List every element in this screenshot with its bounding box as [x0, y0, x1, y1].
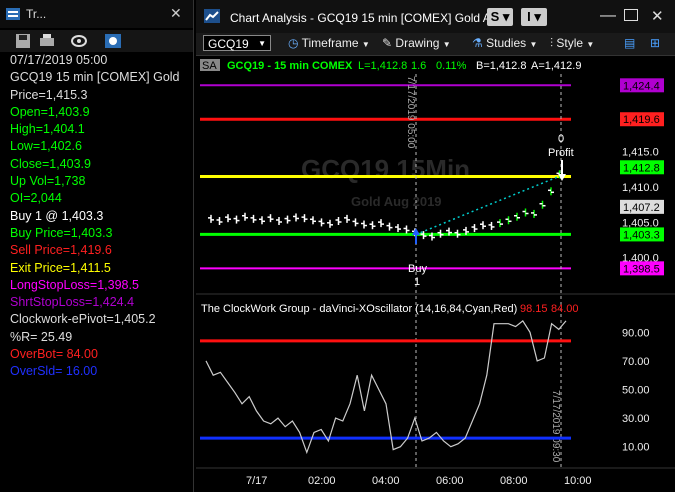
close-icon[interactable]: ✕ — [170, 5, 182, 22]
studies-menu[interactable]: ⚗ Studies ▼ — [472, 36, 537, 50]
data-row: Up Vol=1,738 — [10, 174, 86, 189]
style-menu[interactable]: ⫶ Style ▼ — [550, 36, 594, 51]
profit-label: Profit — [548, 147, 574, 159]
data-row: ShrtStopLoss=1,424.4 — [10, 295, 135, 310]
price-box-label: 1,407.2 — [623, 202, 660, 214]
status-change: 1.6 — [411, 60, 426, 72]
data-row: Sell Price=1,419.6 — [10, 243, 112, 258]
print-icon[interactable] — [38, 33, 56, 49]
minimize-icon[interactable]: — — [600, 7, 616, 25]
time-tick: 04:00 — [372, 475, 400, 487]
price-tick: 1,410.0 — [622, 182, 659, 194]
price-tick: 1,415.0 — [622, 147, 659, 159]
data-window-title: Tr... — [26, 7, 47, 21]
pencil-icon: ✎ — [382, 36, 393, 50]
data-row: LongStopLoss=1,398.5 — [10, 277, 139, 292]
buy-label: Buy — [408, 263, 427, 275]
sync-i-badge[interactable]: I ▾ — [521, 8, 547, 26]
data-window-toolbar — [0, 30, 193, 52]
symbol-dropdown[interactable]: GCQ19 ▼ — [203, 35, 271, 51]
data-row: Buy 1 @ 1,403.3 — [10, 208, 104, 223]
oscillator-tick: 70.00 — [622, 356, 650, 368]
price-box-label: 1,412.8 — [623, 162, 660, 174]
chart-toolbar: GCQ19 ▼ ◷ Timeframe ▼ ✎ Drawing ▼ ⚗ Studi… — [196, 33, 675, 56]
data-window: Tr... ✕ 07/17/2019 05:00 GCQ19 15 min [CO… — [0, 0, 194, 492]
oscillator-tick: 50.00 — [622, 385, 650, 397]
data-row: Clockwork-ePivot=1,405.2 — [10, 312, 156, 327]
price-box-label: 1,424.4 — [623, 80, 660, 92]
style-icon: ⫶ — [550, 36, 554, 50]
data-row: Buy Price=1,403.3 — [10, 225, 113, 240]
status-last: L=1,412.8 — [358, 60, 407, 72]
status-bid: B=1,412.8 — [476, 60, 526, 72]
save-icon[interactable] — [14, 33, 32, 49]
buy-qty: 1 — [414, 276, 420, 288]
sa-tag: SA — [202, 60, 217, 72]
time-marker-top-label: 7/17/2019 05:00 — [405, 76, 416, 149]
time-tick: 10:00 — [564, 475, 592, 487]
timeframe-menu[interactable]: ◷ Timeframe ▼ — [288, 36, 370, 50]
layout-icon[interactable]: ▤ — [624, 36, 635, 50]
oscillator-value-1: 98.15 — [520, 303, 548, 315]
time-marker-bottom-label: 7/17/2019 09:30 — [550, 390, 561, 463]
chart-window: Chart Analysis - GCQ19 15 min [COMEX] Go… — [196, 0, 675, 492]
data-row: Price=1,415.3 — [10, 87, 88, 102]
watermark: GCQ19 15Min — [301, 154, 470, 184]
price-box-label: 1,419.6 — [623, 114, 660, 126]
watermark-sub: Gold Aug 2019 — [351, 194, 442, 209]
data-row: Exit Price=1,411.5 — [10, 260, 111, 275]
time-tick: 7/17 — [246, 475, 267, 487]
data-window-rows: 07/17/2019 05:00 GCQ19 15 min [COMEX] Gol… — [10, 52, 193, 381]
price-box-label: 1,398.5 — [623, 263, 660, 275]
data-row: 07/17/2019 05:00 — [10, 53, 108, 67]
data-row: High=1,404.1 — [10, 122, 85, 137]
flask-icon: ⚗ — [472, 36, 483, 50]
sync-s-badge[interactable]: S ▾ — [487, 8, 513, 26]
time-tick: 02:00 — [308, 475, 336, 487]
oscillator-value-2: 84.00 — [551, 303, 579, 315]
data-row: OI=2,044 — [10, 191, 62, 206]
close-window-icon[interactable]: ✕ — [651, 7, 664, 25]
oscillator-title: The ClockWork Group - daVinci-XOscillato… — [201, 303, 517, 315]
data-row: %R= 25.49 — [10, 329, 73, 344]
status-ask: A=1,412.9 — [531, 60, 581, 72]
app-icon — [6, 8, 20, 20]
data-row: OverSld= 16.00 — [10, 364, 98, 379]
oscillator-tick: 30.00 — [622, 413, 650, 425]
chart-titlebar: Chart Analysis - GCQ19 15 min [COMEX] Go… — [196, 0, 675, 33]
view-icon[interactable] — [70, 33, 88, 49]
profit-qty: 0 — [558, 133, 564, 145]
status-symbol: GCQ19 - 15 min COMEX — [227, 60, 353, 72]
chart-app-icon — [204, 9, 220, 23]
clock-icon: ◷ — [288, 36, 299, 50]
data-row: Low=1,402.6 — [10, 139, 82, 154]
oscillator-tick: 90.00 — [622, 327, 650, 339]
data-row: OverBot= 84.00 — [10, 347, 98, 362]
price-box-label: 1,403.3 — [623, 229, 660, 241]
drawing-menu[interactable]: ✎ Drawing ▼ — [382, 36, 451, 50]
status-pct: 0.11% — [436, 60, 467, 72]
time-tick: 06:00 — [436, 475, 464, 487]
time-tick: 08:00 — [500, 475, 528, 487]
maximize-icon[interactable] — [624, 9, 638, 21]
settings-icon[interactable] — [104, 33, 122, 49]
data-row: Open=1,403.9 — [10, 104, 90, 119]
oscillator-tick: 10.00 — [622, 442, 650, 454]
data-row: GCQ19 15 min [COMEX] Gold — [10, 70, 180, 85]
chart-area[interactable]: SA GCQ19 - 15 min COMEX L=1,412.8 1.6 0.11% B… — [196, 56, 675, 492]
chart-title: Chart Analysis - GCQ19 15 min [COMEX] Go… — [230, 11, 505, 25]
data-row: Close=1,403.9 — [10, 156, 91, 171]
data-window-titlebar: Tr... ✕ — [0, 0, 193, 28]
grid-icon[interactable]: ⊞ — [650, 36, 660, 50]
